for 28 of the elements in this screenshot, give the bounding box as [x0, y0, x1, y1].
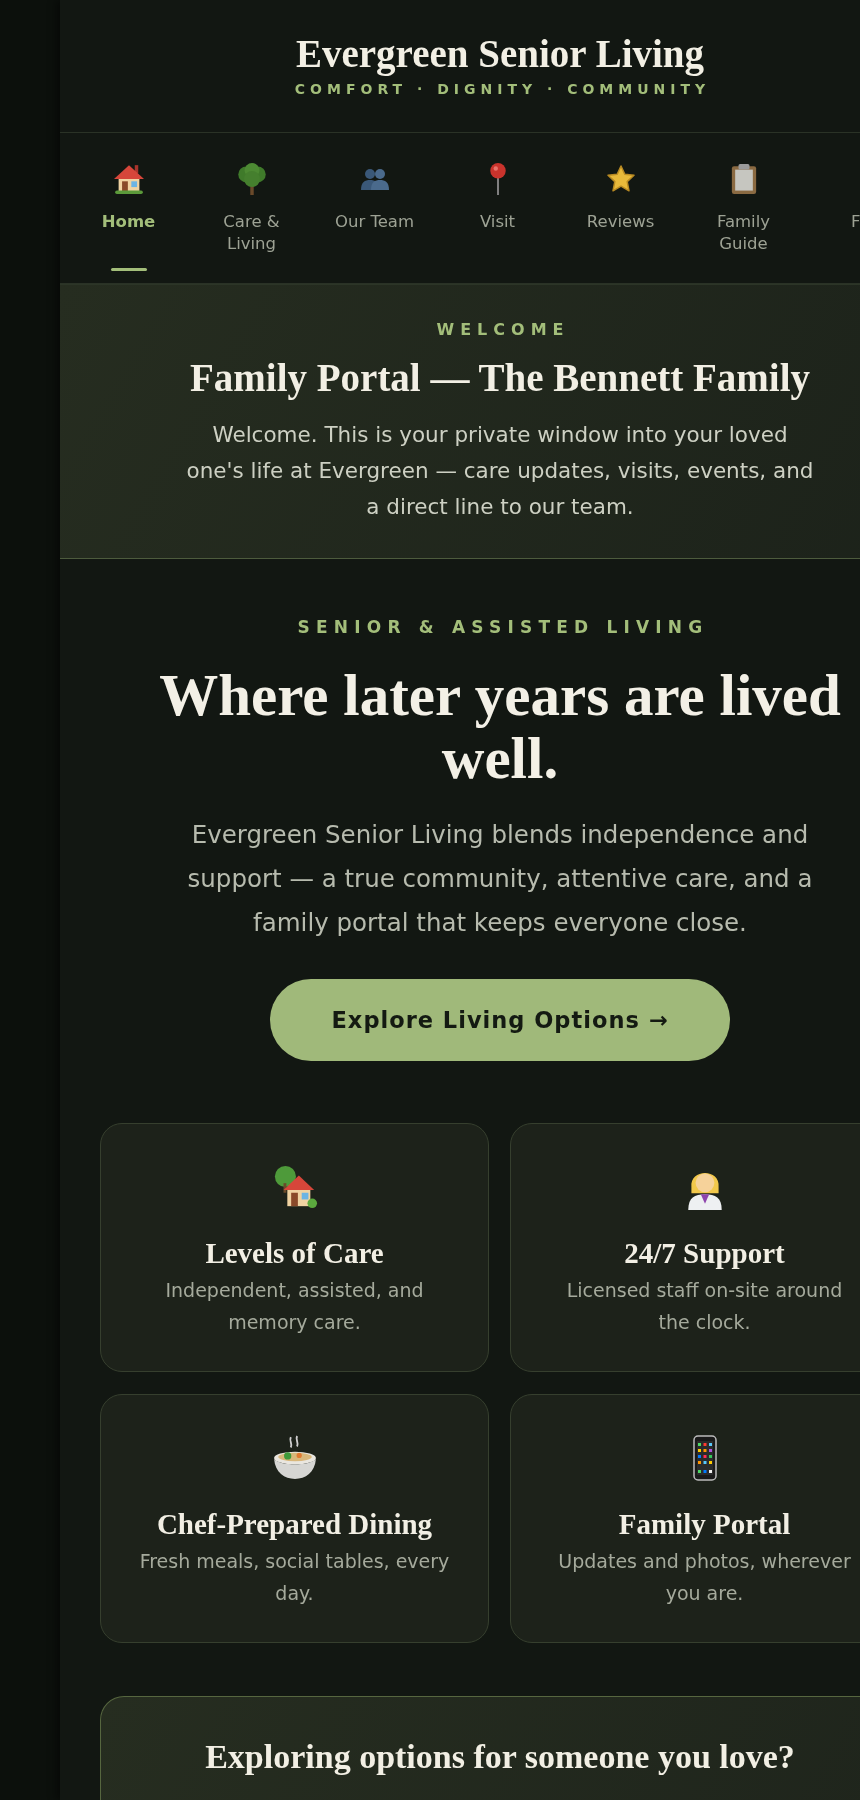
nav-tab[interactable]: Reviews [559, 133, 682, 283]
section-label: WELCOME [435, 320, 570, 340]
hero-text: Evergreen Senior Living blends independence and support — a true community, attentive care, and a family portal that keeps everyone close. [186, 819, 814, 939]
tree-icon [236, 163, 267, 195]
nav-tab[interactable]: Visit [436, 133, 559, 283]
nav-tab[interactable]: Our Team [313, 133, 436, 283]
site-title: Evergreen Senior Living [295, 31, 705, 77]
card-text: Licensed staff on-site around the clock. [565, 1278, 844, 1335]
card-text: Fresh meals, social tables, every day. [138, 1549, 451, 1606]
card-text: Independent, assisted, and memory care. [164, 1278, 425, 1335]
bowl-icon [271, 1435, 318, 1481]
house-icon [113, 163, 144, 195]
welcome-text: Welcome. This is your private window into your loved one's life at Evergreen — care updates, visits, events, and a direct line to our team. [185, 421, 815, 521]
nav-tab[interactable]: Family Guide [682, 133, 805, 283]
nav-tab[interactable]: Care & Living [190, 133, 313, 283]
cta-title: Exploring options for someone you love? [205, 1737, 795, 1777]
section-label: SENIOR & ASSISTED LIVING [296, 617, 709, 637]
nav-tab[interactable]: F [805, 133, 860, 283]
tagline: COMFORT · DIGNITY · COMMUNITY [293, 80, 711, 98]
nav-tab[interactable]: Home [67, 133, 190, 283]
card-text: Updates and photos, wherever you are. [557, 1549, 852, 1606]
hero-title: Where later years are lived well. [158, 664, 842, 790]
explore-button[interactable]: Explore Living Options → [270, 979, 730, 1061]
card-title: Levels of Care [205, 1236, 384, 1270]
portal-title: Family Portal — The Bennett Family [190, 355, 810, 401]
card-title: Chef-Prepared Dining [156, 1507, 433, 1541]
card-title: 24/7 Support [624, 1236, 785, 1270]
card-title: Family Portal [618, 1507, 791, 1541]
